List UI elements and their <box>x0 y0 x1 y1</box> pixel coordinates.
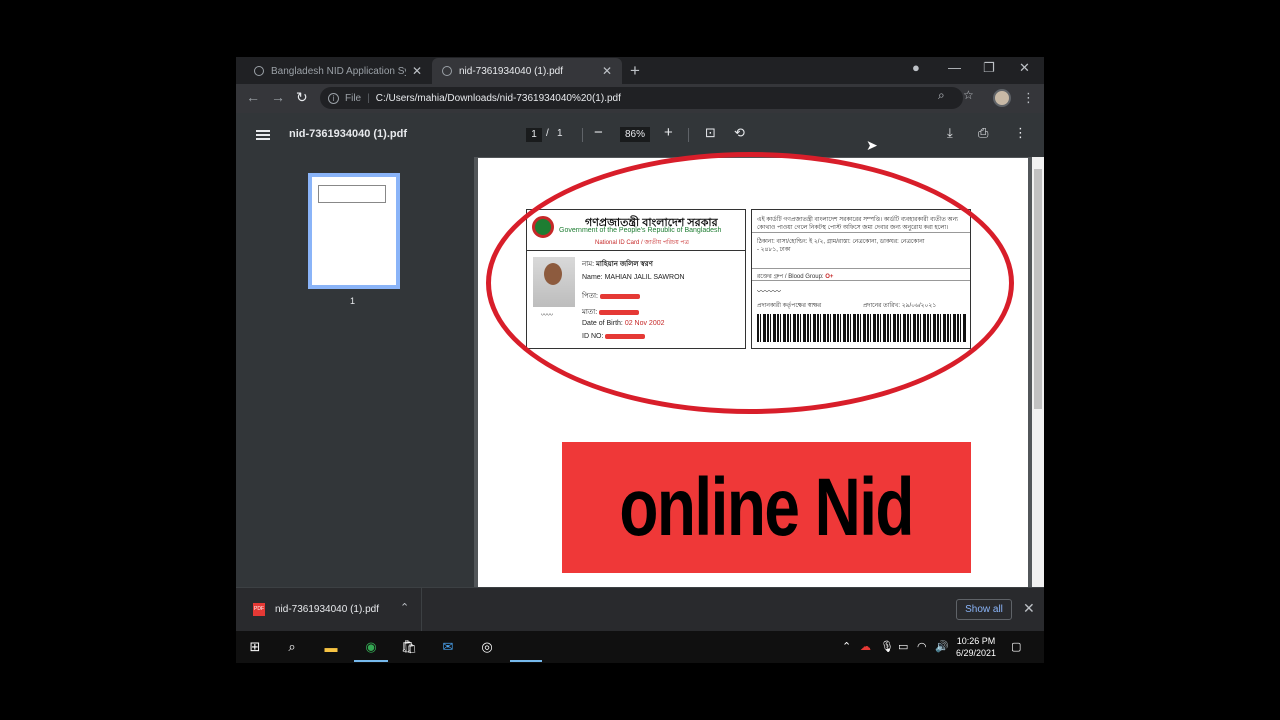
notifications-icon[interactable]: ▢ <box>1011 640 1021 653</box>
download-icon[interactable]: ⤓ <box>947 125 953 141</box>
system-clock[interactable]: 10:26 PM 6/29/2021 <box>956 635 996 659</box>
profile-indicator-icon[interactable]: ● <box>912 60 920 75</box>
clock-date: 6/29/2021 <box>956 648 997 658</box>
bookmark-star-icon[interactable]: ☆ <box>963 88 974 102</box>
divider <box>582 128 583 142</box>
zoom-in-button[interactable]: + <box>664 124 673 141</box>
info-icon[interactable]: i <box>328 92 339 104</box>
tab-nid-pdf[interactable]: nid-7361934040 (1).pdf ✕ <box>432 58 622 84</box>
mail-icon[interactable]: ✉ <box>438 637 458 657</box>
browser-toolbar: ← → ↻ i File | C:/Users/mahia/Downloads/… <box>236 84 1044 113</box>
back-button[interactable]: ← <box>246 89 260 105</box>
online-nid-banner: online Nid <box>562 442 971 573</box>
search-icon[interactable]: ⌕ <box>282 637 302 657</box>
address-bar[interactable]: i File | C:/Users/mahia/Downloads/nid-73… <box>320 87 963 109</box>
vertical-scrollbar[interactable] <box>1032 157 1044 587</box>
banner-text: online Nid <box>619 461 915 553</box>
url-text[interactable]: C:/Users/mahia/Downloads/nid-7361934040%… <box>376 93 621 104</box>
tray-chevron-icon[interactable]: ⌃ <box>842 640 851 653</box>
forward-button[interactable]: → <box>271 89 285 105</box>
close-tab-icon[interactable]: ✕ <box>412 64 422 78</box>
minimize-button[interactable]: — <box>948 60 961 75</box>
rotate-icon[interactable]: ⟲ <box>734 125 745 141</box>
scrollbar-thumb[interactable] <box>1034 169 1042 409</box>
page-thumbnail[interactable] <box>308 173 400 289</box>
more-options-icon[interactable]: ⋮ <box>1014 125 1027 141</box>
pdf-toolbar: nid-7361934040 (1).pdf 1 / 1 − 86% + ⊡ ⟲… <box>236 113 1044 157</box>
volume-icon[interactable]: 🔊 <box>935 640 949 653</box>
close-shelf-icon[interactable]: ✕ <box>1023 600 1035 617</box>
chrome-icon[interactable]: ◉ <box>361 637 381 657</box>
obs-icon[interactable]: ◎ <box>477 637 497 657</box>
divider <box>688 128 689 142</box>
globe-icon <box>254 66 264 76</box>
zoom-out-button[interactable]: − <box>594 124 603 141</box>
open-app-indicator <box>510 660 542 662</box>
file-explorer-icon[interactable]: ▬ <box>321 637 341 657</box>
download-shelf: PDF nid-7361934040 (1).pdf ⌃ Show all ✕ <box>236 587 1044 631</box>
close-window-button[interactable]: ✕ <box>1019 60 1030 76</box>
new-tab-button[interactable]: + <box>630 61 640 81</box>
url-separator: | <box>367 92 370 104</box>
thumbnail-preview <box>318 185 386 203</box>
tab-label: nid-7361934040 (1).pdf <box>459 65 563 77</box>
restore-button[interactable]: ❐ <box>983 60 995 76</box>
battery-icon[interactable]: ▭ <box>898 640 908 653</box>
page-separator: / <box>546 128 549 139</box>
mouse-cursor-icon: ➤ <box>866 137 878 153</box>
thumbnail-number: 1 <box>350 296 356 306</box>
desktop-screen: Bangladesh NID Application Syst ✕ nid-73… <box>236 57 1044 663</box>
print-icon[interactable]: ⎙ <box>978 125 988 141</box>
profile-avatar[interactable] <box>993 89 1011 107</box>
windows-start-icon[interactable]: ⊞ <box>245 637 265 657</box>
show-all-button[interactable]: Show all <box>956 599 1012 620</box>
fit-page-icon[interactable]: ⊡ <box>705 125 716 141</box>
url-scheme: File <box>345 92 362 104</box>
zoom-level-input[interactable]: 86% <box>620 127 650 142</box>
store-icon[interactable]: 🛍 <box>399 637 419 657</box>
pdf-title: nid-7361934040 (1).pdf <box>289 128 407 140</box>
download-item[interactable]: PDF nid-7361934040 (1).pdf <box>242 588 422 631</box>
pdf-page: গণপ্রজাতন্ত্রী বাংলাদেশ সরকার Government… <box>478 152 1028 587</box>
reload-button[interactable]: ↻ <box>296 89 308 106</box>
sidebar-menu-icon[interactable] <box>256 130 270 140</box>
highlight-ellipse <box>486 152 1014 414</box>
pdf-file-icon: PDF <box>253 603 265 616</box>
zoom-icon[interactable]: ⌕ <box>938 88 945 103</box>
page-total: 1 <box>557 128 563 139</box>
download-file-name[interactable]: nid-7361934040 (1).pdf <box>275 604 379 615</box>
tab-strip: Bangladesh NID Application Syst ✕ nid-73… <box>236 57 1044 84</box>
wifi-icon[interactable]: ◠ <box>917 640 927 653</box>
active-app-indicator <box>354 660 388 662</box>
pdf-viewport: গণপ্রজাতন্ত্রী বাংলাদেশ সরকার Government… <box>474 152 1044 587</box>
page-number-input[interactable]: 1 <box>526 128 542 142</box>
chevron-up-icon[interactable]: ⌃ <box>400 601 409 614</box>
windows-taskbar: ⊞ ⌕ ▬ ◉ 🛍 ✉ ◎ ⌃ ☁ 🎙 ▭ ◠ 🔊 10:26 PM 6/29/… <box>236 631 1044 663</box>
microphone-icon[interactable]: 🎙 <box>880 640 894 653</box>
close-tab-icon[interactable]: ✕ <box>602 64 612 78</box>
globe-icon <box>442 66 452 76</box>
tab-label: Bangladesh NID Application Syst <box>271 65 406 77</box>
browser-menu-icon[interactable]: ⋮ <box>1022 90 1035 106</box>
tray-app-icon[interactable]: ☁ <box>860 640 871 653</box>
tab-nid-application[interactable]: Bangladesh NID Application Syst ✕ <box>244 58 432 84</box>
thumbnail-sidebar: 1 <box>236 157 474 587</box>
clock-time: 10:26 PM <box>956 636 996 646</box>
